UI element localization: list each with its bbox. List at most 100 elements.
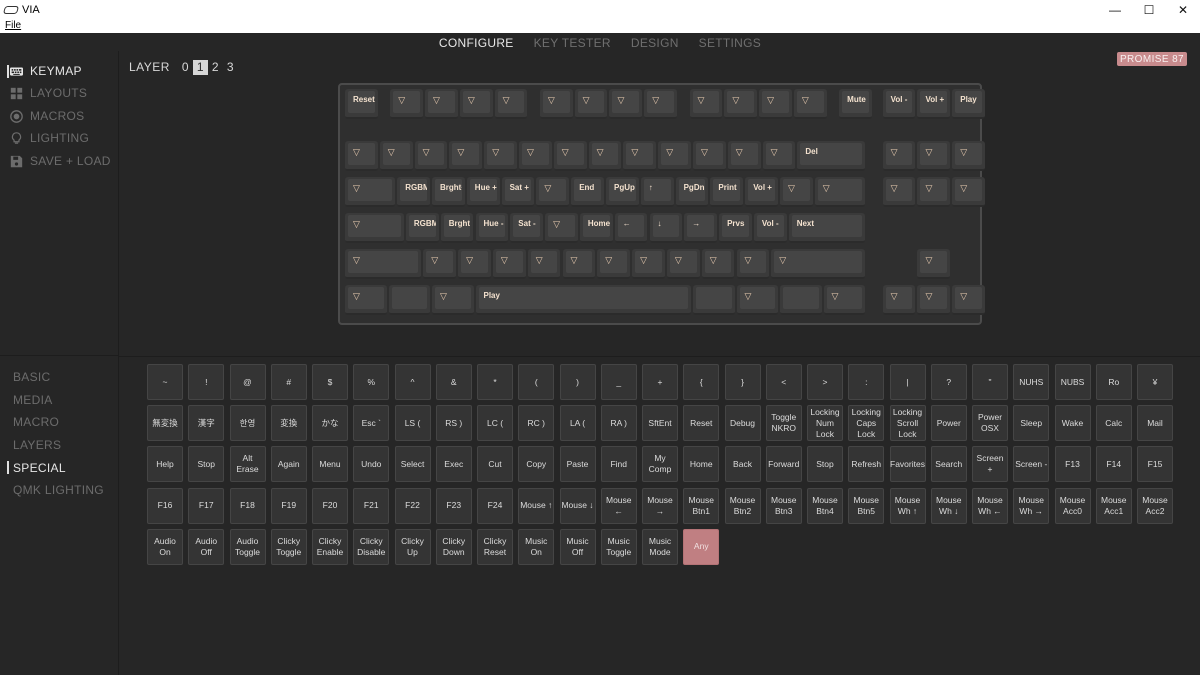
keycode-button[interactable]: Mouse Wh ← — [972, 487, 1008, 524]
keycode-button[interactable]: Clicky Disable — [353, 528, 390, 565]
keycode-button[interactable]: F23 — [435, 487, 472, 524]
keyboard-key[interactable]: ▽ — [632, 249, 665, 279]
keycode-button[interactable]: Mouse Acc2 — [1137, 487, 1173, 524]
keyboard-key[interactable]: ▽ — [917, 249, 951, 279]
keycode-button[interactable]: Wake — [1054, 405, 1091, 442]
keyboard-key[interactable]: RGBMd+ — [397, 177, 430, 207]
keycode-button[interactable]: # — [270, 364, 307, 400]
keyboard-key[interactable]: ▽ — [823, 285, 865, 315]
tab-key-tester[interactable]: KEY TESTER — [534, 33, 611, 51]
keycode-button[interactable]: Music On — [518, 528, 555, 565]
keycode-button[interactable]: Mouse Acc1 — [1095, 487, 1132, 524]
keyboard-key[interactable]: ← — [614, 213, 648, 243]
keycode-button[interactable]: Audio On — [147, 528, 183, 565]
close-button[interactable]: ✕ — [1166, 0, 1200, 20]
keycode-button[interactable]: | — [889, 364, 926, 400]
keycode-button[interactable]: かな — [312, 405, 348, 442]
keycode-button[interactable]: { — [683, 364, 720, 400]
keycode-button[interactable]: Find — [600, 446, 637, 483]
keyboard-key[interactable]: ▽ — [701, 249, 735, 279]
keycode-button[interactable]: Favorites — [889, 446, 926, 483]
keycode-button[interactable]: < — [765, 364, 802, 400]
keycode-button[interactable]: * — [477, 364, 513, 400]
tab-design[interactable]: DESIGN — [631, 33, 679, 51]
keyboard-key[interactable]: ▽ — [814, 177, 865, 207]
any-keycode-button[interactable]: Any — [683, 528, 720, 565]
keycode-button[interactable]: 漢字 — [188, 405, 225, 442]
keyboard-key[interactable]: ▽ — [484, 141, 517, 171]
keycode-button[interactable]: ! — [188, 364, 225, 400]
keyboard-key[interactable]: ▽ — [432, 285, 474, 315]
keycode-button[interactable]: Screen - — [1013, 446, 1050, 483]
layer-1-button[interactable]: 1 — [192, 59, 208, 75]
keycode-button[interactable]: Power OSX — [972, 405, 1008, 442]
keycode-button[interactable]: Again — [270, 446, 307, 483]
keyboard-key[interactable]: Reset — [345, 89, 378, 119]
keycode-button[interactable]: Debug — [724, 405, 761, 442]
keyboard-key[interactable]: End — [571, 177, 604, 207]
keycode-button[interactable]: Audio Off — [188, 528, 225, 565]
keycode-button[interactable]: Ro — [1095, 364, 1132, 400]
keyboard-key[interactable]: ▽ — [727, 141, 761, 171]
keycode-button[interactable]: F20 — [312, 487, 348, 524]
maximize-button[interactable]: ☐ — [1132, 0, 1166, 20]
keycode-button[interactable]: Refresh — [848, 446, 885, 483]
keyboard-key[interactable]: Hue - — [475, 213, 509, 243]
keyboard-key[interactable]: ▽ — [588, 141, 622, 171]
keycode-button[interactable]: Mouse ← — [600, 487, 637, 524]
keycode-button[interactable]: Mouse Wh ↑ — [889, 487, 926, 524]
keyboard-key[interactable]: Home — [579, 213, 613, 243]
keyboard-key[interactable]: ▽ — [736, 285, 778, 315]
keycode-button[interactable]: Clicky Enable — [312, 528, 348, 565]
keyboard-key[interactable]: ▽ — [597, 249, 631, 279]
keyboard-key[interactable]: ▽ — [562, 249, 596, 279]
keycode-button[interactable]: Help — [147, 446, 183, 483]
keycode-button[interactable]: RC ) — [518, 405, 555, 442]
keyboard-key[interactable]: ▽ — [780, 177, 813, 207]
keyboard-key[interactable]: Vol + — [917, 89, 951, 119]
keyboard-key[interactable]: ▽ — [759, 89, 792, 119]
keyboard-key[interactable]: ▽ — [492, 249, 526, 279]
keycode-button[interactable]: F17 — [188, 487, 225, 524]
keycode-button[interactable]: Copy — [518, 446, 555, 483]
keycode-button[interactable]: ? — [930, 364, 967, 400]
keyboard-key[interactable]: ▽ — [771, 249, 865, 279]
keyboard-key[interactable]: ▽ — [917, 141, 951, 171]
keyboard-key[interactable]: ▽ — [952, 141, 986, 171]
keycode-button[interactable]: Menu — [312, 446, 348, 483]
keyboard-key[interactable]: ▽ — [539, 89, 573, 119]
keycode-button[interactable]: 한영 — [229, 405, 266, 442]
keycode-button[interactable]: NUBS — [1054, 364, 1091, 400]
keycode-button[interactable]: ( — [518, 364, 555, 400]
keycode-button[interactable]: _ — [600, 364, 637, 400]
keycode-button[interactable]: Mouse → — [642, 487, 678, 524]
keycode-button[interactable]: Back — [724, 446, 761, 483]
keyboard-key[interactable]: ▽ — [882, 141, 916, 171]
keyboard-key[interactable]: ▽ — [553, 141, 587, 171]
keyboard-key[interactable]: ▽ — [666, 249, 700, 279]
keycode-button[interactable]: Locking Num Lock — [807, 405, 843, 442]
keycode-button[interactable]: LA ( — [559, 405, 596, 442]
keycode-button[interactable]: LC ( — [477, 405, 513, 442]
keycode-button[interactable]: Reset — [683, 405, 720, 442]
keycode-button[interactable]: Forward — [765, 446, 802, 483]
keyboard-key[interactable]: Vol - — [753, 213, 787, 243]
keyboard-key[interactable]: ▽ — [345, 285, 387, 315]
keycode-button[interactable]: ) — [559, 364, 596, 400]
keyboard-key[interactable]: ▽ — [345, 141, 378, 171]
keycode-button[interactable]: Locking Scroll Lock — [889, 405, 926, 442]
keycode-button[interactable]: Undo — [353, 446, 390, 483]
keycode-button[interactable]: Locking Caps Lock — [848, 405, 885, 442]
keycode-button[interactable]: Stop — [807, 446, 843, 483]
keyboard-key[interactable]: Sat + — [501, 177, 535, 207]
keyboard-key[interactable]: ▽ — [449, 141, 483, 171]
keyboard-key[interactable]: Play — [475, 285, 691, 315]
keycode-button[interactable]: Mouse Btn3 — [765, 487, 802, 524]
keyboard-key[interactable]: ▽ — [623, 141, 657, 171]
keycode-button[interactable]: 変換 — [270, 405, 307, 442]
keycode-button[interactable]: Mouse Wh → — [1013, 487, 1050, 524]
category-special[interactable]: SPECIAL — [0, 456, 118, 479]
keyboard-key[interactable]: Vol - — [882, 89, 916, 119]
category-layers[interactable]: LAYERS — [0, 434, 118, 457]
keyboard-key[interactable]: Vol + — [745, 177, 778, 207]
